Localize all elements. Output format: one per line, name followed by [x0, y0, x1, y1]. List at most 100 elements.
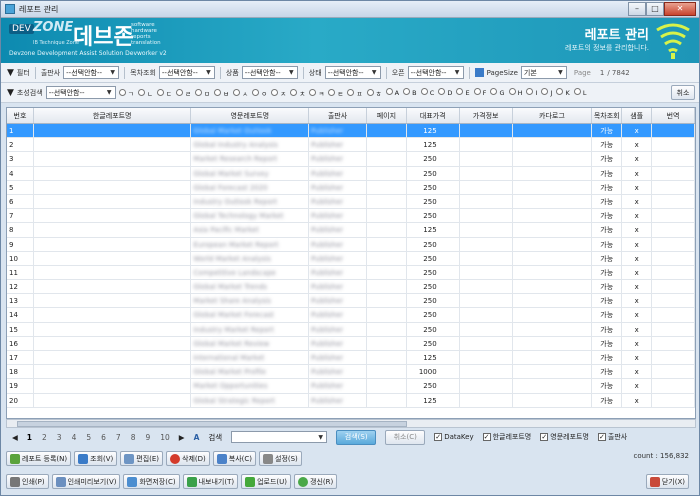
table-row[interactable]: 15 Industry Market Report Publisher 250 가능 x — [7, 322, 695, 337]
page-link[interactable]: 2 — [42, 433, 47, 442]
table-row[interactable]: 14 Global Market Forecast Publisher 250 가능 x — [7, 308, 695, 323]
page-link[interactable]: 5 — [86, 433, 91, 442]
save-screen-button[interactable]: 화면저장(C) — [123, 474, 180, 489]
page-link[interactable]: 6 — [101, 433, 106, 442]
table-row[interactable]: 3 Market Research Report Publisher 250 가능 x — [7, 152, 695, 167]
letter-radio-0[interactable]: A — [385, 88, 399, 97]
letter-radio-6[interactable]: G — [490, 88, 505, 97]
column-header[interactable]: 카다로그 — [513, 108, 593, 123]
initial-radio-8[interactable]: ㅈ — [271, 88, 286, 98]
table-row[interactable]: 7 Global Technology Market Publisher 250 가능 x — [7, 209, 695, 224]
initial-radio-3[interactable]: ㄹ — [175, 88, 191, 98]
initial-radio-5[interactable]: ㅂ — [214, 88, 229, 98]
initial-radio-7[interactable]: ㅇ — [252, 88, 267, 98]
page-link[interactable]: 10 — [160, 433, 170, 442]
table-row[interactable]: 16 Global Market Review Publisher 250 가능 x — [7, 336, 695, 351]
next-page-button[interactable]: ▶ — [179, 433, 185, 442]
page-link[interactable]: 1 — [27, 433, 32, 442]
datakey-checkbox[interactable]: ✓ DataKey — [434, 433, 474, 441]
close-window-button[interactable]: 닫기(X) — [645, 474, 689, 489]
table-row[interactable]: 11 Competitive Landscape Publisher 250 가능 x — [7, 265, 695, 281]
table-row[interactable]: 17 International Market Publisher 125 가능 x — [7, 351, 695, 366]
table-row[interactable]: 10 World Market Analysis Publisher 250 가능 x — [7, 251, 695, 266]
page-link[interactable]: 8 — [131, 433, 136, 442]
edit-button[interactable]: 편집(E) — [120, 451, 164, 466]
letter-radio-10[interactable]: K — [556, 88, 570, 97]
copy-button[interactable]: 복사(C) — [212, 451, 256, 466]
table-row[interactable]: 8 Asia Pacific Market Publisher 125 가능 x — [7, 223, 695, 238]
cancel-filter-button[interactable]: 취소 — [671, 85, 695, 100]
table-row[interactable]: 4 Global Market Survey Publisher 250 가능 x — [7, 166, 695, 181]
initial-radio-11[interactable]: ㅌ — [328, 88, 343, 98]
letter-radio-7[interactable]: H — [508, 88, 522, 97]
delete-button[interactable]: 삭제(D) — [166, 451, 210, 466]
view-button[interactable]: 조회(V) — [74, 451, 118, 466]
initial-radio-13[interactable]: ㅎ — [366, 88, 382, 98]
column-header[interactable]: 페이지 — [367, 108, 407, 123]
initial-radio-4[interactable]: ㅁ — [194, 88, 210, 98]
refresh-button[interactable]: 갱신(R) — [294, 474, 338, 489]
initial-radio-1[interactable]: ㄴ — [137, 88, 153, 98]
register-report-button[interactable]: 레포트 등록(N) — [6, 451, 72, 466]
settings-button[interactable]: 설정(S) — [259, 451, 302, 466]
search-input[interactable]: ▼ — [231, 431, 328, 443]
open-select[interactable]: --선택안함-- ▼ — [407, 66, 464, 79]
letter-radio-9[interactable]: J — [541, 88, 552, 97]
letter-radio-3[interactable]: D — [438, 88, 452, 97]
column-header[interactable]: 출판사 — [309, 108, 367, 123]
table-row[interactable]: 13 Market Share Analysis Publisher 250 가능 x — [7, 294, 695, 309]
letter-radio-2[interactable]: C — [420, 88, 434, 97]
table-row[interactable]: 6 Industry Outlook Report Publisher 250 가능 x — [7, 194, 695, 210]
upload-button[interactable]: 업로드(U) — [241, 474, 291, 489]
export-button[interactable]: 내보내기(T) — [182, 474, 239, 489]
maximize-button[interactable]: □ — [646, 2, 664, 16]
letter-radio-4[interactable]: E — [456, 88, 470, 97]
minimize-button[interactable]: – — [628, 2, 646, 16]
product-select[interactable]: --선택안함-- ▼ — [241, 66, 298, 79]
horizontal-scrollbar[interactable] — [6, 419, 696, 428]
page-link[interactable]: 7 — [116, 433, 121, 442]
initial-radio-12[interactable]: ㅍ — [347, 88, 363, 98]
letter-radio-1[interactable]: B — [403, 88, 417, 97]
scrollbar-thumb[interactable] — [17, 421, 407, 427]
letter-radio-11[interactable]: L — [573, 88, 587, 97]
table-row[interactable]: 5 Global Forecast 2020 Publisher 250 가능 x — [7, 180, 695, 195]
column-header[interactable]: 대표가격 — [407, 108, 460, 123]
table-row[interactable]: 20 Global Strategic Report Publisher 125 가능 x — [7, 393, 695, 408]
table-row[interactable]: 9 European Market Report Publisher 250 가능 x — [7, 237, 695, 252]
initial-radio-10[interactable]: ㅋ — [309, 88, 324, 98]
letter-radio-8[interactable]: I — [526, 88, 537, 97]
table-row[interactable]: 18 Global Market Profile Publisher 1000 가능 x — [7, 365, 695, 380]
table-row[interactable]: 19 Market Opportunities Publisher 250 가능 x — [7, 379, 695, 394]
initial-radio-9[interactable]: ㅊ — [290, 88, 305, 98]
eng-name-checkbox[interactable]: ✓ 영문레포트명 — [540, 432, 589, 442]
publisher-select[interactable]: --선택안함-- ▼ — [63, 66, 120, 79]
search-button[interactable]: 검색(S) — [336, 429, 377, 445]
toc-select[interactable]: --선택안함-- ▼ — [158, 66, 215, 79]
table-row[interactable]: 12 Global Market Trends Publisher 250 가능 x — [7, 280, 695, 295]
pagesize-select[interactable]: 기본 ▼ — [520, 66, 567, 79]
table-row[interactable]: 2 Global Industry Analysis Publisher 125 가능 x — [7, 138, 695, 153]
column-header[interactable]: 한글레포트명 — [34, 108, 192, 123]
page-current[interactable]: 1 — [600, 69, 604, 77]
initial-select[interactable]: --선택안함-- ▼ — [45, 86, 116, 99]
initial-radio-2[interactable]: ㄷ — [156, 88, 172, 98]
page-link[interactable]: 4 — [72, 433, 77, 442]
status-select[interactable]: --선택안함-- ▼ — [324, 66, 381, 79]
initial-radio-6[interactable]: ㅅ — [233, 88, 248, 98]
column-header[interactable]: 번호 — [7, 108, 34, 123]
close-button[interactable]: ✕ — [664, 2, 696, 16]
column-header[interactable]: 샘플 — [622, 108, 653, 123]
column-header[interactable]: 번역 — [652, 108, 695, 123]
print-button[interactable]: 인쇄(P) — [6, 474, 49, 489]
letter-radio-5[interactable]: F — [473, 88, 486, 97]
search-cancel-button[interactable]: 취소(C) — [385, 429, 426, 445]
table-row[interactable]: 1 Global Market Outlook Publisher 125 가능 x — [7, 124, 695, 139]
initial-radio-0[interactable]: ㄱ — [118, 88, 134, 98]
kor-name-checkbox[interactable]: ✓ 한글레포트명 — [482, 432, 531, 442]
prev-page-button[interactable]: ◀ — [12, 433, 18, 442]
publisher-checkbox[interactable]: ✓ 출판사 — [597, 432, 627, 442]
page-link[interactable]: 3 — [57, 433, 62, 442]
print-preview-button[interactable]: 인쇄미리보기(V) — [51, 474, 121, 489]
column-header[interactable]: 가격정보 — [460, 108, 513, 123]
